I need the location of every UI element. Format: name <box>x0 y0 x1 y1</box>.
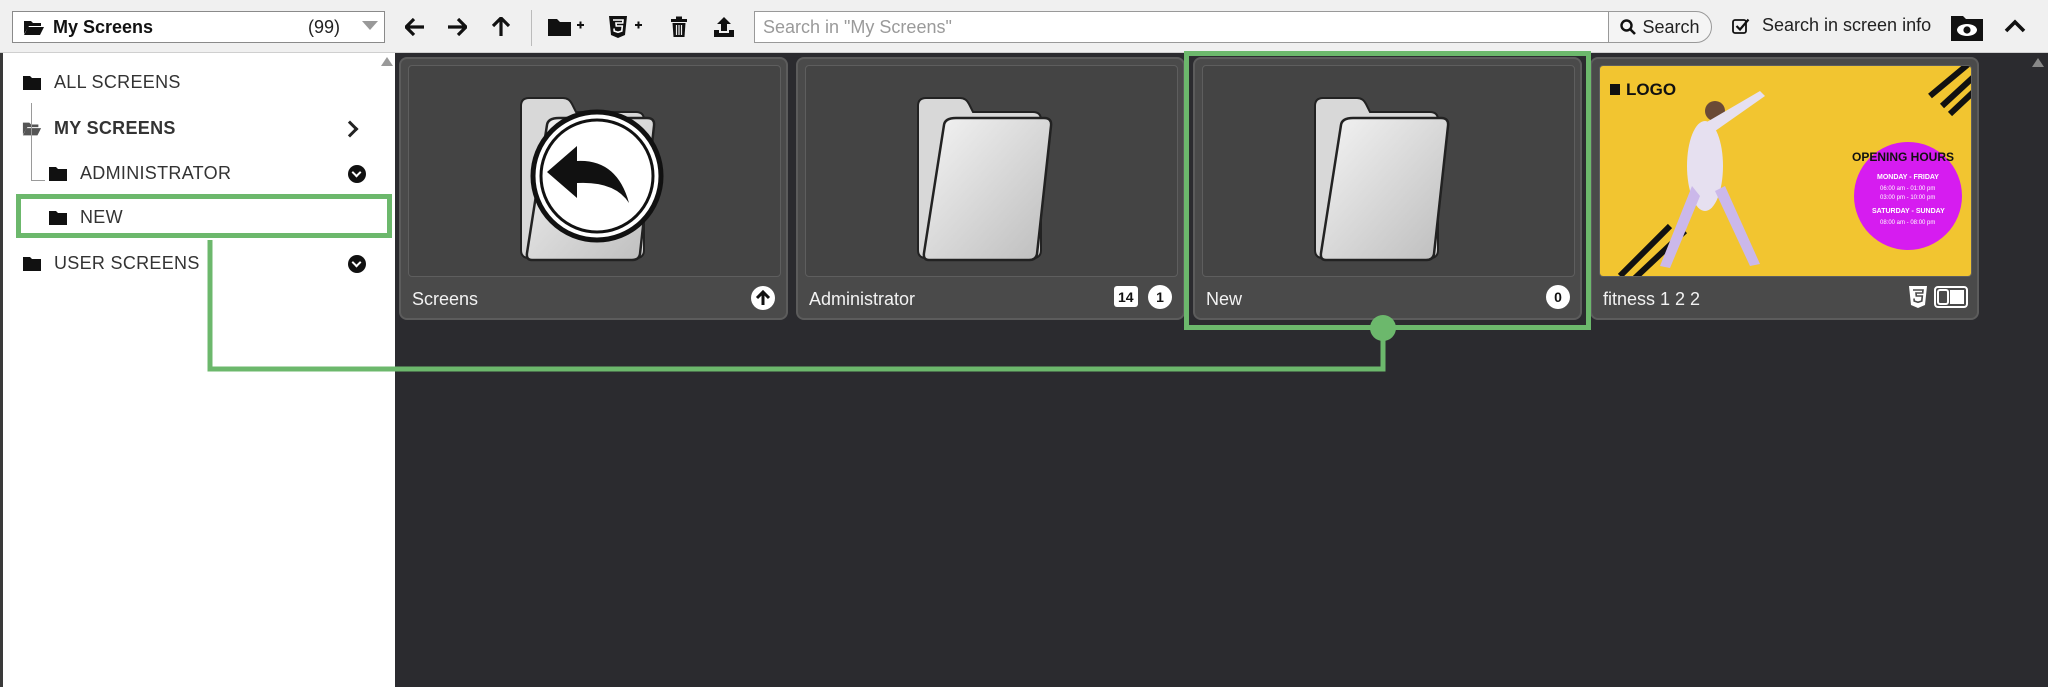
folder-icon <box>917 97 1053 262</box>
arrow-right-icon <box>448 18 467 36</box>
sidebar-item-administrator[interactable]: ADMINISTRATOR <box>48 163 231 184</box>
arrow-up-circle-icon[interactable] <box>750 285 776 311</box>
card-thumbnail <box>805 65 1178 277</box>
folder-select[interactable]: My Screens (99) <box>12 11 385 43</box>
card-label: fitness 1 2 2 <box>1603 289 1701 309</box>
fitness-logo-text: LOGO <box>1626 80 1677 99</box>
back-button[interactable] <box>400 13 430 41</box>
search-in-screen-info-toggle[interactable]: Search in screen info <box>1732 15 1931 36</box>
fitness-hours-weekend: 08:00 am - 08:00 pm <box>1880 220 1936 226</box>
search-icon <box>1620 19 1637 35</box>
folder-open-icon <box>24 21 44 35</box>
card-label: Screens <box>412 289 479 309</box>
highlight-box-new-card <box>1184 51 1591 330</box>
upload-icon <box>714 17 734 37</box>
trash-icon <box>671 16 687 37</box>
tree-connector <box>31 103 32 181</box>
html5-icon <box>1909 286 1927 308</box>
checkbox-checked-icon <box>1732 18 1750 34</box>
search-input[interactable] <box>754 11 1609 43</box>
search-button-label: Search <box>1642 16 1700 37</box>
scroll-up-arrow[interactable] <box>2032 58 2044 67</box>
fitness-hours-weekday-1: 06:00 am - 01:00 pm <box>1880 186 1936 192</box>
search-button[interactable]: Search <box>1608 11 1712 43</box>
preview-button[interactable] <box>1950 12 1984 42</box>
card-thumbnail: LOGO OPENING HOURS MONDAY - FRIDAY 06:00… <box>1599 65 1972 277</box>
chevron-down-circle-icon[interactable] <box>348 255 366 273</box>
card-fitness[interactable]: LOGO OPENING HOURS MONDAY - FRIDAY 06:00… <box>1590 57 1979 320</box>
folder-icon <box>49 166 67 181</box>
folder-select-title: My Screens <box>53 16 154 37</box>
folder-up-icon <box>520 97 664 262</box>
toolbar-divider <box>531 10 532 46</box>
folder-icon <box>23 256 41 271</box>
sidebar <box>0 53 395 687</box>
new-folder-button[interactable] <box>546 13 586 41</box>
delete-button[interactable] <box>664 13 694 41</box>
folder-count-badge: 1 <box>1148 285 1172 309</box>
card-screens-parent[interactable]: Screens <box>399 57 788 320</box>
folder-icon <box>23 75 41 90</box>
highlight-box-new-tree <box>16 194 392 238</box>
card-label: Administrator <box>809 289 916 309</box>
folder-plus-icon <box>548 19 584 36</box>
screen-layout-icon <box>1934 286 1968 308</box>
forward-button[interactable] <box>442 13 472 41</box>
chevron-down-icon[interactable] <box>362 21 378 30</box>
tree-connector <box>31 180 45 181</box>
fitness-hours-weekday-2: 03:00 pm - 10:00 pm <box>1880 195 1936 201</box>
sidebar-item-label: ALL SCREENS <box>54 72 181 92</box>
screen-count-badge: 14 <box>1114 286 1138 307</box>
folder-eye-icon <box>1951 16 1983 41</box>
sidebar-item-label: USER SCREENS <box>54 253 200 273</box>
arrow-up-icon <box>492 17 510 36</box>
html5-plus-icon <box>609 16 642 38</box>
collapse-toolbar-button[interactable] <box>2002 14 2028 40</box>
sidebar-item-user-screens[interactable]: USER SCREENS <box>22 253 200 274</box>
chevron-down-circle-icon[interactable] <box>348 165 366 183</box>
chevron-up-icon <box>2004 19 2026 33</box>
card-administrator[interactable]: Administrator 14 1 <box>796 57 1185 320</box>
folder-select-count: (99) <box>308 16 341 37</box>
fitness-days-weekend: SATURDAY - SUNDAY <box>1872 208 1945 215</box>
up-button[interactable] <box>486 13 516 41</box>
new-html5-screen-button[interactable] <box>606 13 646 41</box>
sidebar-item-my-screens[interactable]: MY SCREENS <box>22 118 176 139</box>
upload-button[interactable] <box>709 13 739 41</box>
scroll-up-arrow[interactable] <box>381 57 393 66</box>
arrow-left-icon <box>405 18 424 36</box>
search-in-screen-info-label: Search in screen info <box>1762 15 1932 35</box>
sidebar-item-label: ADMINISTRATOR <box>80 163 232 183</box>
toolbar: My Screens (99) Search in "My Screens" S… <box>0 0 2048 53</box>
sidebar-item-label: MY SCREENS <box>54 118 176 138</box>
sidebar-item-all-screens[interactable]: ALL SCREENS <box>22 72 181 93</box>
fitness-heading: OPENING HOURS <box>1852 150 1955 164</box>
card-thumbnail <box>408 65 781 277</box>
fitness-days-weekday: MONDAY - FRIDAY <box>1877 174 1939 181</box>
folder-open-icon <box>22 122 42 135</box>
